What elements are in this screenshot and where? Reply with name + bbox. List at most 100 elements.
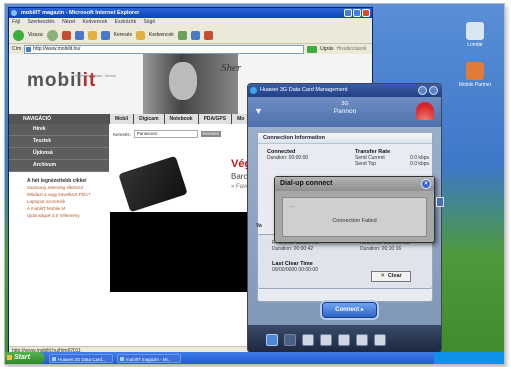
network-info: 3G Pannon [320, 100, 370, 116]
dialog-message-panel: --- Connection Failed [282, 197, 427, 237]
page-icon [26, 46, 32, 52]
connection-status: Connected Duration: 00:00:00 [267, 149, 308, 161]
article-link[interactable]: Mindazt a vagy következt PDA? [9, 191, 109, 198]
tab-digicam[interactable]: Digicam [134, 114, 164, 124]
side-item-tests[interactable]: Tesztek [9, 136, 109, 148]
site-search-label: Keresés: [113, 131, 131, 137]
menu-help[interactable]: Súgó [143, 19, 155, 25]
clear-label: Clear [387, 273, 402, 279]
settings-icon[interactable] [338, 334, 350, 346]
taskbar-item-huawei[interactable]: Huawei 3G Data Card... [49, 353, 113, 363]
menu-edit[interactable]: Szerkesztés [27, 19, 54, 25]
desktop-icon-label: Mobile Partner [458, 82, 492, 88]
side-item-new[interactable]: Újdonsá [9, 148, 109, 160]
start-label: Start [14, 354, 30, 361]
side-item-news[interactable]: Hírek [9, 124, 109, 136]
logo-tagline: Mobilkom. Adatsz. Service [75, 74, 117, 78]
last-clear-time: Last Clear Time 00/00/0000 00:00:00 [272, 261, 318, 273]
mail-icon[interactable] [190, 30, 200, 40]
browser-menu-bar: Fájl Szerkesztés Nézet Kedvencek Eszközö… [9, 18, 372, 27]
links-label[interactable]: Hivatkozások [337, 46, 367, 52]
huawei-title-bar[interactable]: Huawei 3G Data Card Management [248, 84, 441, 97]
favorites-label[interactable]: Kedvencek [149, 32, 174, 38]
signal-strength-icon: ▼ [254, 106, 263, 116]
stop-icon[interactable] [61, 30, 71, 40]
back-arrow-icon[interactable] [13, 29, 24, 41]
connection-icon[interactable] [266, 334, 278, 346]
search-label[interactable]: Keresés [114, 32, 132, 38]
dialog-message: Connection Failed [332, 218, 377, 224]
menu-favorites[interactable]: Kedvencek [83, 19, 108, 25]
transfer-rate: Transfer Rate Send Current 0.0 kbps Send… [355, 149, 429, 167]
site-search: Keresés: Panasonic Keresés [113, 130, 221, 138]
minimize-icon[interactable] [344, 9, 352, 17]
dialup-dialog: Dial-up connect × --- Connection Failed [274, 176, 435, 243]
screenshot-frame: Lomtár Mobile Partner mobilIT magazin - … [4, 3, 505, 365]
refresh-icon[interactable] [74, 30, 84, 40]
mobile-partner-icon [466, 62, 484, 80]
taskbar-item-label: mobilIT magazin - Mi... [126, 356, 172, 362]
sms-icon[interactable] [302, 334, 314, 346]
help-icon[interactable] [374, 334, 386, 346]
phone-product-image[interactable] [118, 155, 188, 213]
tools-icon[interactable] [356, 334, 368, 346]
browser-toolbar: Vissza Keresés Kedvencek [9, 27, 372, 44]
favorites-star-icon[interactable] [135, 30, 145, 40]
menu-tools[interactable]: Eszközök [115, 19, 136, 25]
history-icon[interactable] [177, 30, 187, 40]
forward-arrow-icon[interactable] [46, 29, 58, 41]
article-link[interactable]: Samsung Jelenség elkészül [9, 184, 109, 191]
banner-photo-person [169, 62, 197, 100]
connection-duration: Duration: 00:00:00 [267, 155, 309, 161]
go-arrow-icon[interactable] [307, 45, 318, 53]
site-search-input[interactable]: Panasonic [133, 130, 198, 138]
huawei-logo-icon [416, 102, 434, 120]
address-value: http://www.mobilit.hu/ [33, 45, 81, 52]
go-button[interactable]: Ugrás [320, 46, 333, 52]
start-button[interactable]: Start [5, 352, 45, 364]
site-search-button[interactable]: Keresés [200, 131, 221, 137]
desktop: Lomtár Mobile Partner mobilIT magazin - … [5, 4, 504, 364]
home-icon[interactable] [87, 30, 97, 40]
total-duration: Duration: 00:10:16 [360, 246, 402, 252]
dialog-title-bar[interactable]: Dial-up connect × [275, 177, 434, 191]
clear-x-icon: ✕ [380, 273, 385, 279]
search-icon[interactable] [100, 30, 110, 40]
send-top-label: Send Top [355, 161, 377, 167]
tab-mobil[interactable]: Mobil [110, 114, 134, 124]
browser-title-bar[interactable]: mobilIT magazin - Microsoft Internet Exp… [9, 8, 372, 18]
maximize-icon[interactable] [353, 9, 361, 17]
minimize-icon[interactable] [418, 86, 427, 95]
dialog-title: Dial-up connect [280, 180, 333, 187]
taskbar-item-browser[interactable]: mobilIT magazin - Mi... [117, 353, 181, 363]
print-icon[interactable] [203, 30, 213, 40]
recycle-bin-icon [466, 22, 484, 40]
clear-button[interactable]: ✕ Clear [371, 271, 411, 282]
desktop-icon-mobile-partner[interactable]: Mobile Partner [455, 62, 495, 88]
close-icon[interactable] [429, 86, 438, 95]
back-label[interactable]: Vissza [28, 32, 43, 38]
menu-file[interactable]: Fájl [12, 19, 20, 25]
network-type: 3G [341, 101, 349, 107]
huawei-tool-icons [266, 334, 386, 346]
nav-title: NAVIGÁCIÓ [9, 114, 109, 124]
side-item-archive[interactable]: Archívum [9, 160, 109, 172]
article-link[interactable]: A mobilIT Mobile M [9, 205, 109, 212]
desktop-icon-recycle-bin[interactable]: Lomtár [455, 22, 495, 48]
phonebook-icon[interactable] [320, 334, 332, 346]
system-tray[interactable] [434, 352, 504, 364]
windows-logo-icon [7, 355, 12, 360]
article-link[interactable]: Laptopot szeretnék [9, 198, 109, 205]
chevron-down-icon[interactable] [436, 197, 444, 207]
close-icon[interactable]: × [421, 179, 431, 189]
taskbar-item-label: Huawei 3G Data Card... [58, 356, 106, 362]
menu-view[interactable]: Nézet [62, 19, 75, 25]
statistics-icon[interactable] [284, 334, 296, 346]
connect-button[interactable]: Connect ▸ [322, 302, 377, 318]
address-input[interactable]: http://www.mobilit.hu/ [24, 44, 305, 54]
tab-pda-gps[interactable]: PDA/GPS [198, 114, 232, 124]
banner-headline: Sher [221, 62, 242, 74]
article-link[interactable]: Újdonságok 3.0 Vélemény [9, 212, 109, 219]
tab-notebook[interactable]: Notebook [164, 114, 198, 124]
close-icon[interactable] [362, 9, 370, 17]
